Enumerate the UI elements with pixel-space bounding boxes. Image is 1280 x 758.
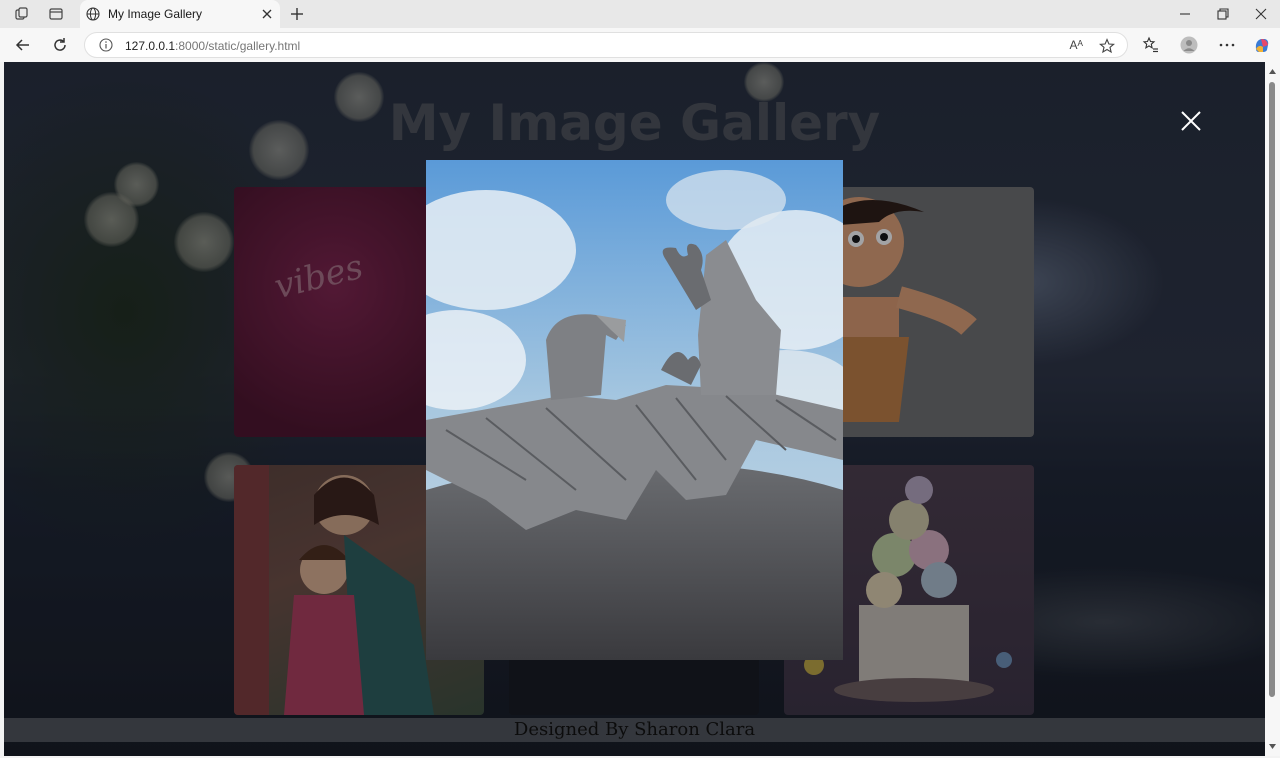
- page-viewport: My Image Gallery vibes Designed By Sharo…: [4, 62, 1265, 756]
- close-lightbox-icon[interactable]: [1180, 110, 1202, 132]
- new-tab-icon[interactable]: [289, 6, 305, 22]
- page-footer: Designed By Sharon Clara: [4, 718, 1265, 742]
- scrollbar-thumb[interactable]: [1269, 82, 1275, 697]
- browser-tab[interactable]: My Image Gallery: [80, 0, 280, 28]
- vertical-scrollbar[interactable]: [1265, 62, 1280, 756]
- tab-title: My Image Gallery: [108, 7, 203, 21]
- tab-actions-icon[interactable]: [47, 5, 65, 23]
- url-text: 127.0.0.1:8000/static/gallery.html: [125, 39, 301, 53]
- read-aloud-icon[interactable]: Aᴬ: [1070, 38, 1083, 52]
- address-bar[interactable]: 127.0.0.1:8000/static/gallery.html Aᴬ: [84, 32, 1128, 58]
- globe-icon: [86, 7, 100, 21]
- workspaces-icon[interactable]: [13, 5, 31, 23]
- close-window-icon[interactable]: [1253, 6, 1269, 22]
- favorite-star-icon[interactable]: [1099, 38, 1115, 54]
- profile-avatar-icon[interactable]: [1180, 36, 1198, 54]
- site-info-icon[interactable]: [99, 38, 113, 52]
- tab-bar: My Image Gallery: [0, 0, 1280, 28]
- close-tab-icon[interactable]: [260, 7, 274, 21]
- navigation-bar: 127.0.0.1:8000/static/gallery.html Aᴬ: [0, 28, 1280, 62]
- scroll-down-icon[interactable]: [1268, 743, 1277, 751]
- more-options-icon[interactable]: [1218, 36, 1236, 54]
- lightbox-image: [426, 160, 843, 660]
- restore-icon[interactable]: [1215, 6, 1231, 22]
- copilot-icon[interactable]: [1253, 36, 1271, 54]
- minimize-icon[interactable]: [1177, 6, 1193, 22]
- back-icon[interactable]: [14, 36, 32, 54]
- scroll-up-icon[interactable]: [1268, 67, 1277, 75]
- favorites-icon[interactable]: [1142, 36, 1160, 54]
- refresh-icon[interactable]: [51, 36, 69, 54]
